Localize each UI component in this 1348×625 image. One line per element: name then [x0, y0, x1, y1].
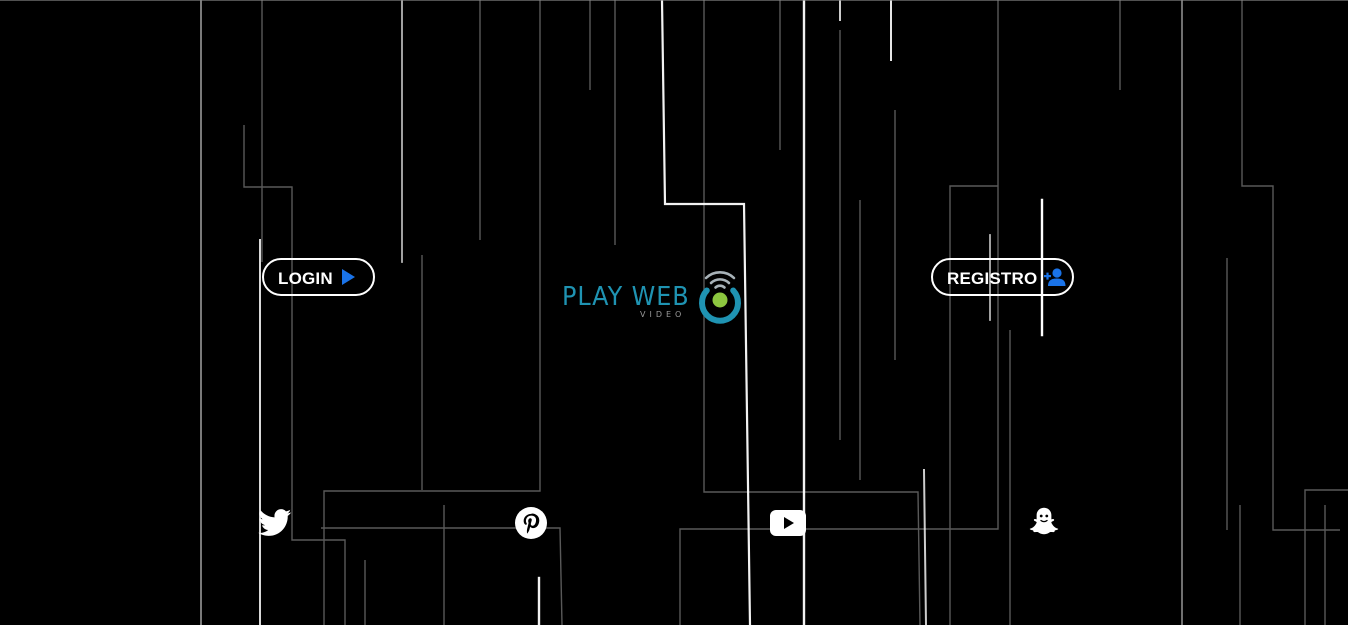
- youtube-link[interactable]: [770, 505, 806, 541]
- wifi-signal-icon: [699, 271, 741, 324]
- twitter-icon: [258, 509, 292, 536]
- play-web-video-logo[interactable]: PLAY WEB VIDEO: [560, 266, 750, 326]
- landing-page: LOGIN PLAY WEB VIDEO REGISTRO: [0, 0, 1348, 625]
- play-icon: [340, 268, 356, 286]
- login-label: LOGIN: [278, 269, 333, 288]
- twitter-link[interactable]: [257, 505, 293, 541]
- add-user-icon: [1044, 267, 1066, 287]
- snapchat-link[interactable]: [1026, 505, 1062, 541]
- login-button[interactable]: LOGIN: [262, 258, 375, 296]
- register-button[interactable]: REGISTRO: [931, 258, 1074, 296]
- pinterest-link[interactable]: [513, 505, 549, 541]
- snapchat-icon: [1029, 507, 1059, 535]
- register-label: REGISTRO: [947, 269, 1038, 288]
- youtube-icon: [770, 510, 806, 536]
- logo-title: PLAY WEB: [562, 282, 690, 312]
- logo-subtitle: VIDEO: [640, 310, 686, 319]
- pinterest-icon: [515, 507, 547, 539]
